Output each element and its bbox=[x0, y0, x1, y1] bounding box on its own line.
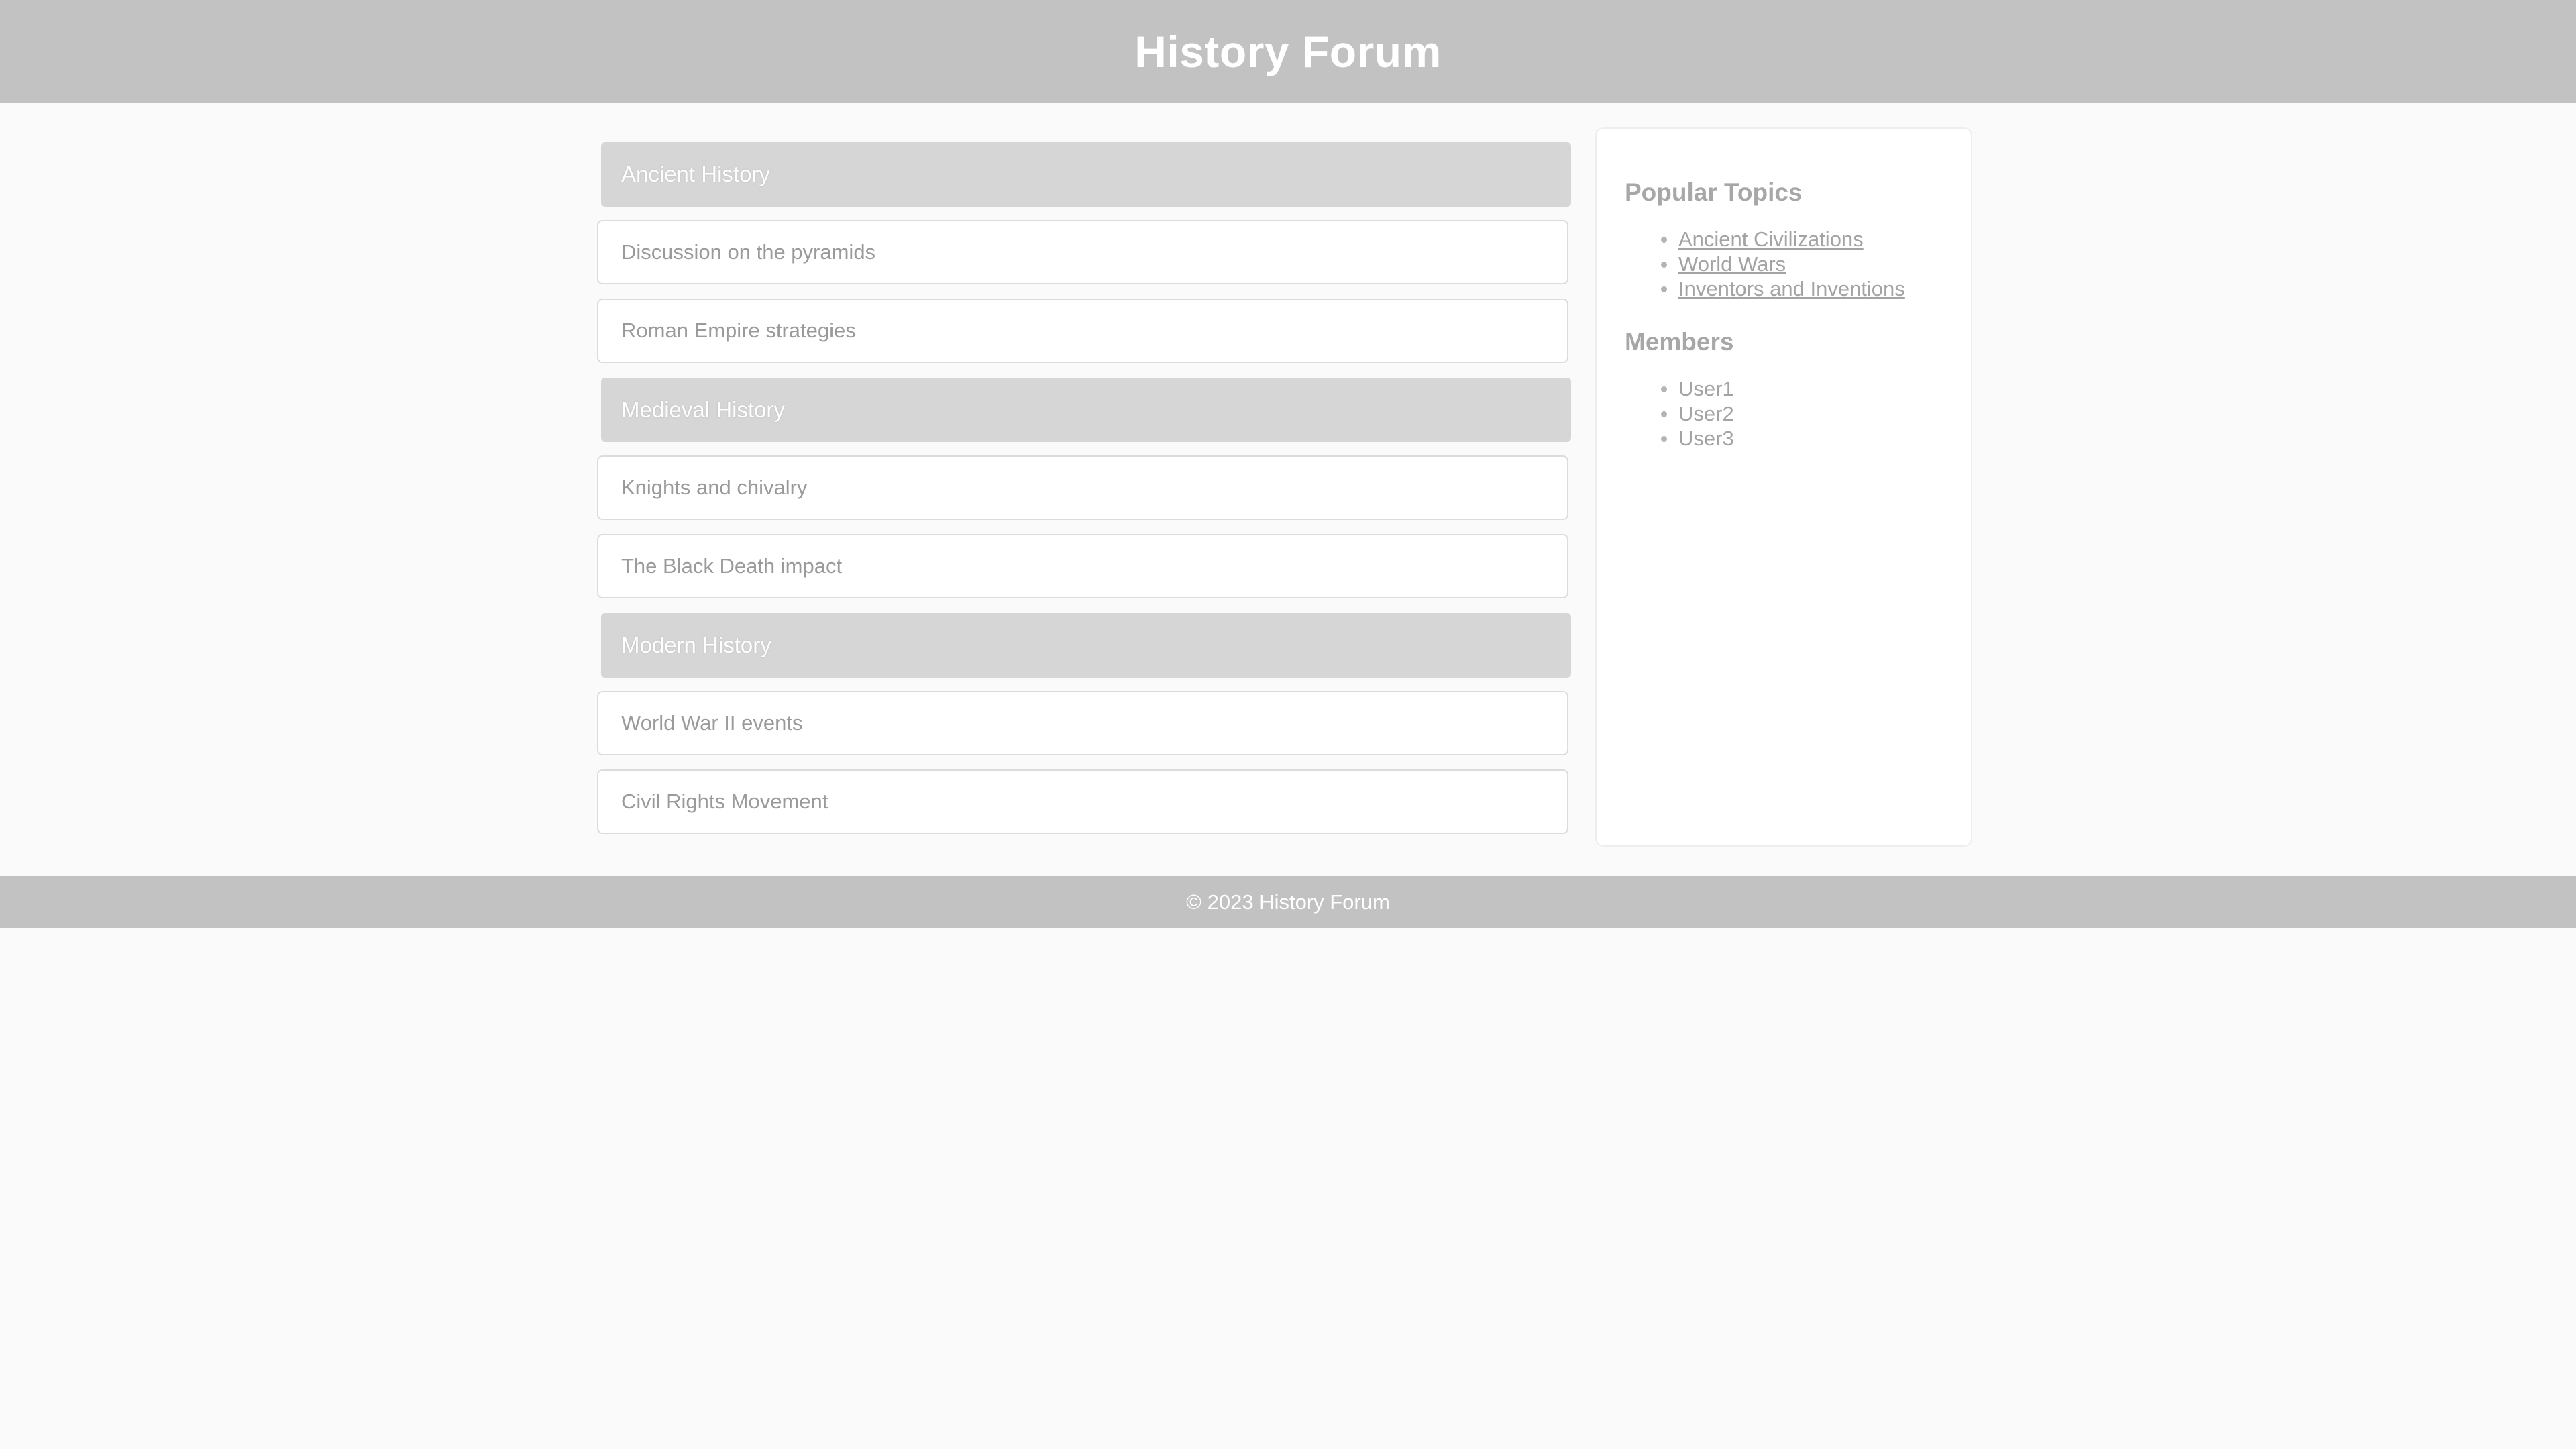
popular-topics-list: Ancient Civilizations World Wars Invento… bbox=[1625, 227, 1944, 301]
list-item: Ancient Civilizations bbox=[1661, 227, 1944, 252]
topic-link-world-wars[interactable]: World Wars bbox=[1678, 252, 1786, 276]
popular-topics-title: Popular Topics bbox=[1625, 178, 1803, 206]
topic-link-inventors-and-inventions[interactable]: Inventors and Inventions bbox=[1678, 277, 1905, 301]
site-title: History Forum bbox=[1134, 27, 1442, 76]
thread-item[interactable]: World War II events bbox=[597, 691, 1568, 755]
thread-item[interactable]: Civil Rights Movement bbox=[597, 769, 1568, 834]
category-ancient-history[interactable]: Ancient History bbox=[601, 142, 1571, 207]
list-item: Inventors and Inventions bbox=[1661, 276, 1944, 301]
site-header: History Forum bbox=[0, 0, 2576, 103]
sidebar: Popular Topics Ancient Civilizations Wor… bbox=[1595, 127, 1972, 847]
category-medieval-history[interactable]: Medieval History bbox=[601, 378, 1571, 442]
site-footer: © 2023 History Forum bbox=[0, 876, 2576, 928]
footer-copyright: © 2023 History Forum bbox=[1186, 890, 1390, 914]
member-item: User1 bbox=[1661, 376, 1944, 401]
member-item: User3 bbox=[1661, 426, 1944, 451]
members-list: User1 User2 User3 bbox=[1625, 376, 1944, 451]
thread-item[interactable]: Knights and chivalry bbox=[597, 455, 1568, 520]
main-content: Ancient History Discussion on the pyrami… bbox=[0, 103, 2576, 876]
category-modern-history[interactable]: Modern History bbox=[601, 613, 1571, 678]
thread-item[interactable]: Discussion on the pyramids bbox=[597, 220, 1568, 284]
list-item: World Wars bbox=[1661, 252, 1944, 276]
thread-item[interactable]: The Black Death impact bbox=[597, 534, 1568, 598]
thread-item[interactable]: Roman Empire strategies bbox=[597, 299, 1568, 363]
topic-link-ancient-civilizations[interactable]: Ancient Civilizations bbox=[1678, 227, 1864, 251]
members-title: Members bbox=[1625, 328, 1734, 356]
member-item: User2 bbox=[1661, 401, 1944, 426]
